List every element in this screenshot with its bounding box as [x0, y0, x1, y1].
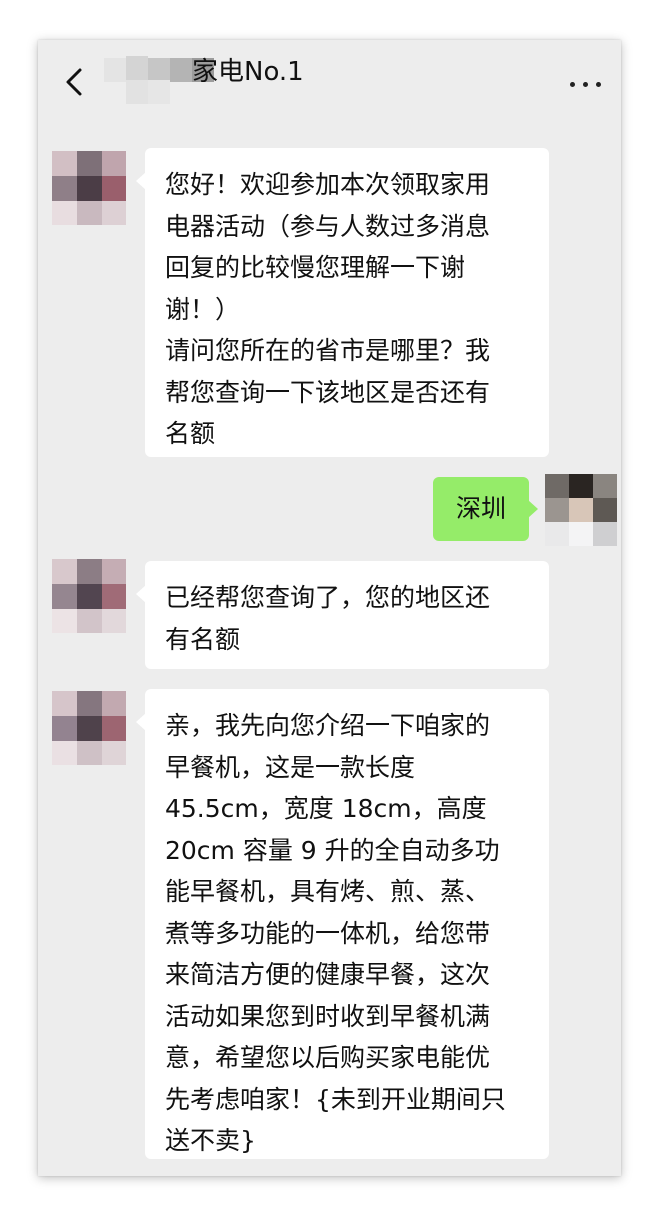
avatar-incoming[interactable] — [52, 559, 126, 633]
chat-header: 家电No.1 — [38, 40, 621, 124]
chevron-left-icon[interactable] — [58, 64, 94, 100]
avatar-incoming[interactable] — [52, 151, 126, 225]
avatar-incoming[interactable] — [52, 691, 126, 765]
message-bubble-incoming: 亲，我先向您介绍一下咱家的 早餐机，这是一款长度 45.5cm，宽度 18cm，… — [136, 689, 549, 1159]
message-bubble-incoming: 已经帮您查询了，您的地区还 有名额 — [136, 561, 549, 669]
message-bubble-incoming: 您好！欢迎参加本次领取家用 电器活动（参与人数过多消息 回复的比较慢您理解一下谢… — [136, 148, 549, 457]
message-bubble-outgoing: 深圳 — [433, 477, 538, 541]
more-dots-icon[interactable] — [566, 74, 606, 94]
avatar-self[interactable] — [545, 474, 617, 546]
chat-window: 家电No.1 您好！欢迎参加本次领取家用 电器活动（参与人数过多消息 回复的比较… — [38, 40, 621, 1176]
chat-title: 家电No.1 — [192, 57, 304, 87]
